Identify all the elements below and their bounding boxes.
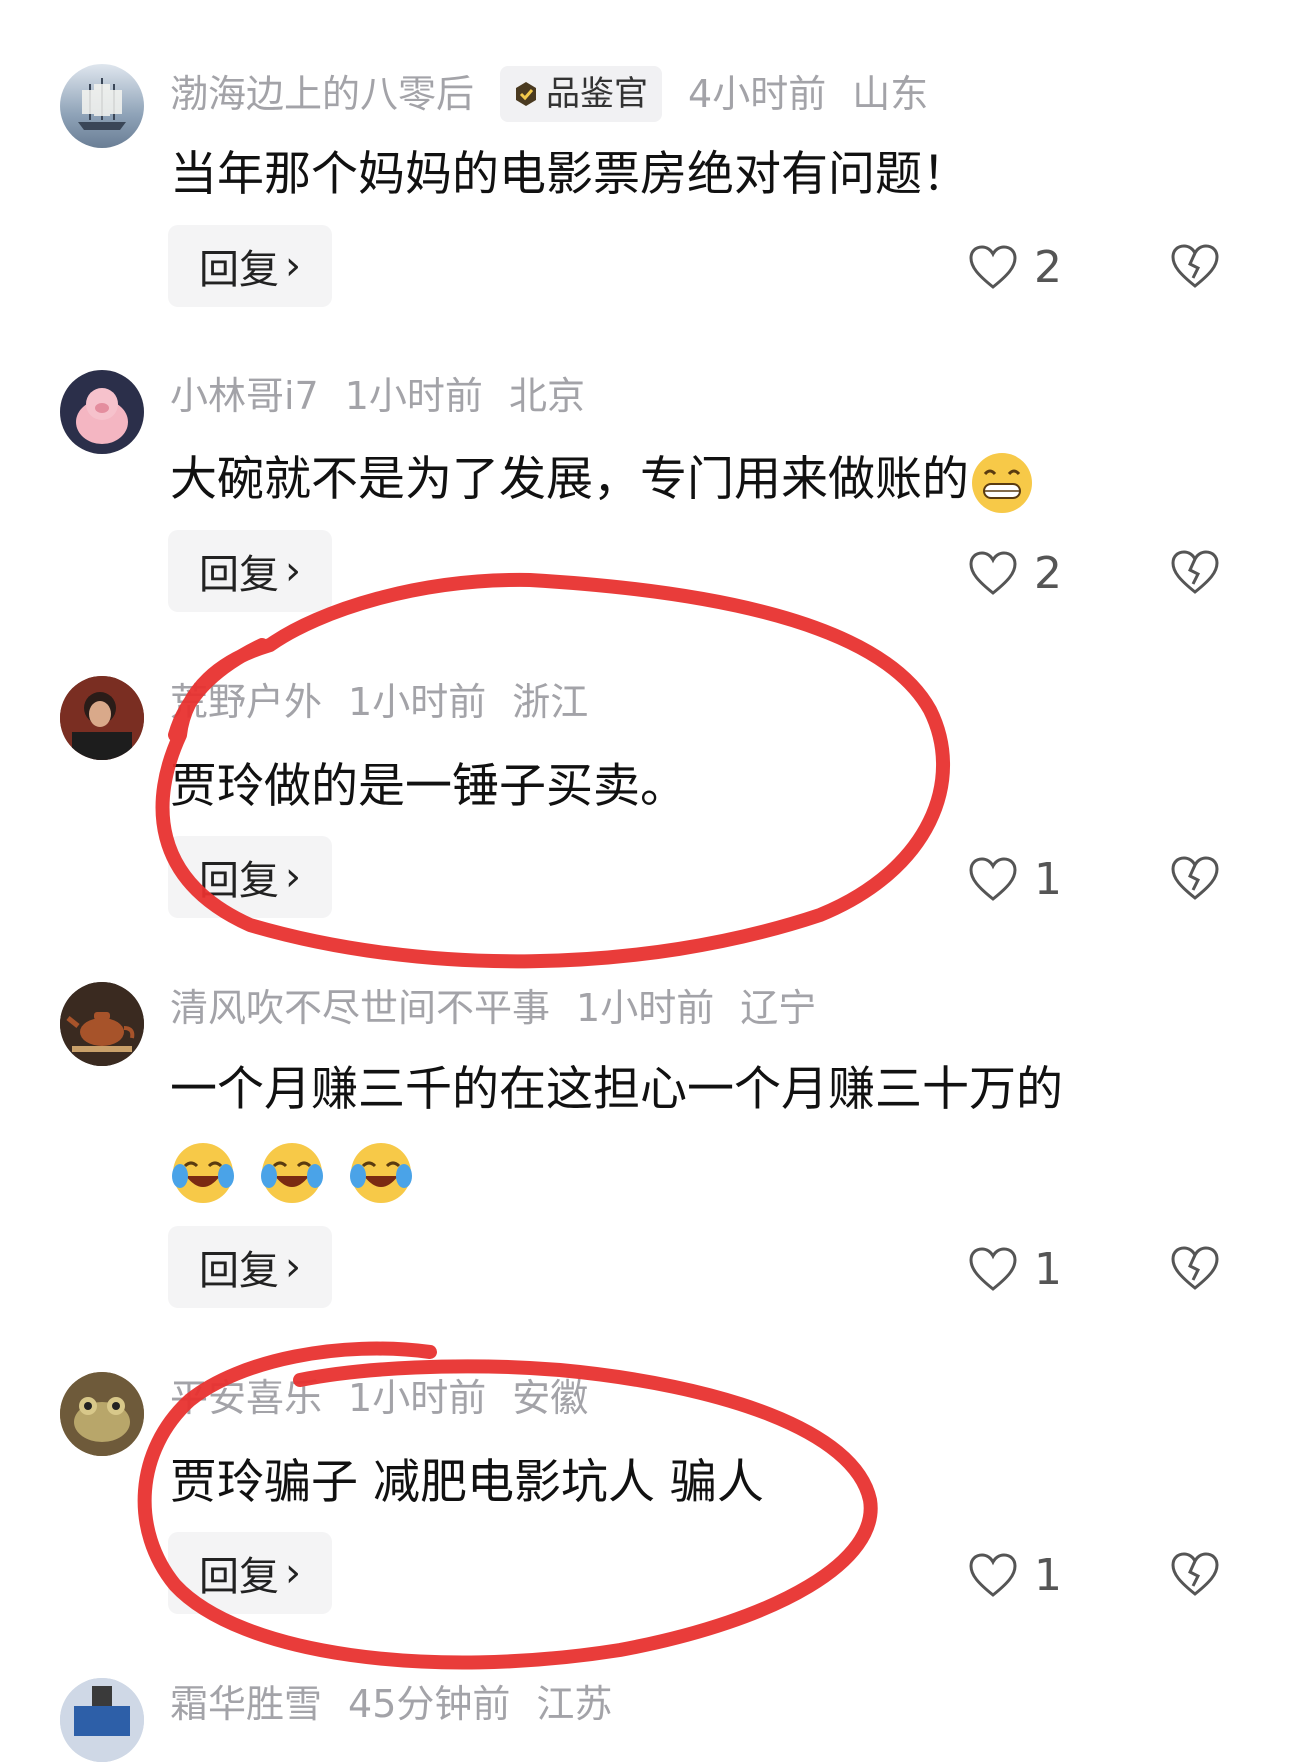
comment-text: 当年那个妈妈的电影票房绝对有问题！: [170, 147, 969, 202]
comment-location: 辽宁: [740, 986, 817, 1030]
ship-avatar-icon: [78, 78, 126, 130]
dislike-button[interactable]: [1170, 1246, 1220, 1296]
username[interactable]: 渤海边上的八零后: [170, 70, 474, 118]
comment-time: 1小时前: [348, 1376, 487, 1420]
reply-button[interactable]: 回复 ›: [168, 225, 332, 307]
user-avatar[interactable]: [60, 982, 144, 1066]
like-count: 1: [1034, 1550, 1062, 1601]
reply-button[interactable]: 回复 ›: [168, 1532, 332, 1614]
comment-time: 1小时前: [576, 986, 715, 1030]
like-button[interactable]: 1: [968, 1244, 1062, 1295]
badge: 品鉴官: [500, 66, 663, 122]
chevron-right-icon: ›: [285, 854, 301, 900]
pig-avatar-icon: [60, 370, 144, 454]
user-avatar[interactable]: [60, 676, 144, 760]
heart-icon: [969, 856, 1017, 901]
dislike-button[interactable]: [1170, 550, 1220, 600]
comment-time: 1小时前: [348, 680, 487, 724]
like-button[interactable]: 2: [968, 242, 1062, 293]
reply-label: 回复: [199, 247, 279, 293]
laugh-cry-emoji-icon: [349, 1142, 412, 1203]
broken-heart-icon: [1171, 550, 1219, 594]
heart-icon: [969, 1552, 1017, 1597]
frog-avatar-icon: [60, 1372, 144, 1456]
broken-heart-icon: [1171, 1246, 1219, 1290]
chevron-right-icon: ›: [285, 243, 301, 289]
like-count: 1: [1034, 1244, 1062, 1295]
comment-location: 北京: [508, 374, 585, 418]
broken-heart-icon: [1171, 1552, 1219, 1596]
comment-time: 45分钟前: [348, 1682, 511, 1726]
username[interactable]: 清风吹不尽世间不平事: [170, 984, 550, 1032]
username[interactable]: 荒野户外: [170, 678, 322, 726]
comment-text: 贾玲骗子 减肥电影坑人 骗人: [170, 1455, 764, 1510]
laugh-cry-emoji-icon: [260, 1142, 323, 1203]
teapot-avatar-icon: [60, 982, 144, 1066]
reply-label: 回复: [199, 858, 279, 904]
comment-text: 贾玲做的是一锤子买卖。: [170, 759, 687, 814]
poster-avatar-icon: [60, 1678, 144, 1762]
comment-text: 一个月赚三千的在这担心一个月赚三十万的: [170, 1062, 1063, 1117]
reply-button[interactable]: 回复 ›: [168, 836, 332, 918]
like-count: 2: [1034, 242, 1062, 293]
reply-button[interactable]: 回复 ›: [168, 530, 332, 612]
username[interactable]: 霜华胜雪: [170, 1680, 322, 1728]
comment-text: 大碗就不是为了发展，专门用来做账的: [170, 452, 969, 507]
heart-icon: [969, 1246, 1017, 1291]
dislike-button[interactable]: [1170, 244, 1220, 294]
comment-text-row: 大碗就不是为了发展，专门用来做账的: [170, 445, 1035, 516]
laugh-cry-emoji-icon: [172, 1142, 234, 1203]
comment-location: 江苏: [536, 1682, 613, 1726]
user-avatar[interactable]: [60, 370, 144, 454]
comment-time: 4小时前: [688, 72, 827, 116]
user-avatar[interactable]: [60, 1678, 144, 1762]
comment-time: 1小时前: [344, 374, 483, 418]
broken-heart-icon: [1171, 856, 1219, 900]
comment-location: 浙江: [512, 680, 589, 724]
chevron-right-icon: ›: [285, 1244, 301, 1290]
chevron-right-icon: ›: [285, 1550, 301, 1596]
reply-label: 回复: [199, 1248, 279, 1294]
reply-button[interactable]: 回复 ›: [168, 1226, 332, 1308]
username[interactable]: 平安喜乐: [170, 1374, 322, 1422]
badge-label: 品鉴官: [546, 74, 649, 114]
comment-location: 山东: [852, 72, 929, 116]
person-avatar-icon: [60, 676, 144, 760]
broken-heart-icon: [1171, 244, 1219, 288]
grin-emoji-icon: [972, 452, 1032, 513]
heart-icon: [969, 550, 1017, 595]
user-avatar[interactable]: [60, 64, 144, 148]
chevron-right-icon: ›: [285, 548, 301, 594]
like-count: 2: [1034, 548, 1062, 599]
dislike-button[interactable]: [1170, 1552, 1220, 1602]
like-button[interactable]: 1: [968, 854, 1062, 905]
reply-label: 回复: [199, 552, 279, 598]
verified-badge-icon: [516, 82, 537, 106]
like-count: 1: [1034, 854, 1062, 905]
username[interactable]: 小林哥i7: [170, 372, 319, 420]
like-button[interactable]: 2: [968, 548, 1062, 599]
reply-label: 回复: [199, 1554, 279, 1600]
dislike-button[interactable]: [1170, 856, 1220, 906]
heart-icon: [969, 244, 1017, 289]
user-avatar[interactable]: [60, 1372, 144, 1456]
like-button[interactable]: 1: [968, 1550, 1062, 1601]
comment-location: 安徽: [512, 1376, 589, 1420]
emoji-row: [170, 1135, 414, 1206]
